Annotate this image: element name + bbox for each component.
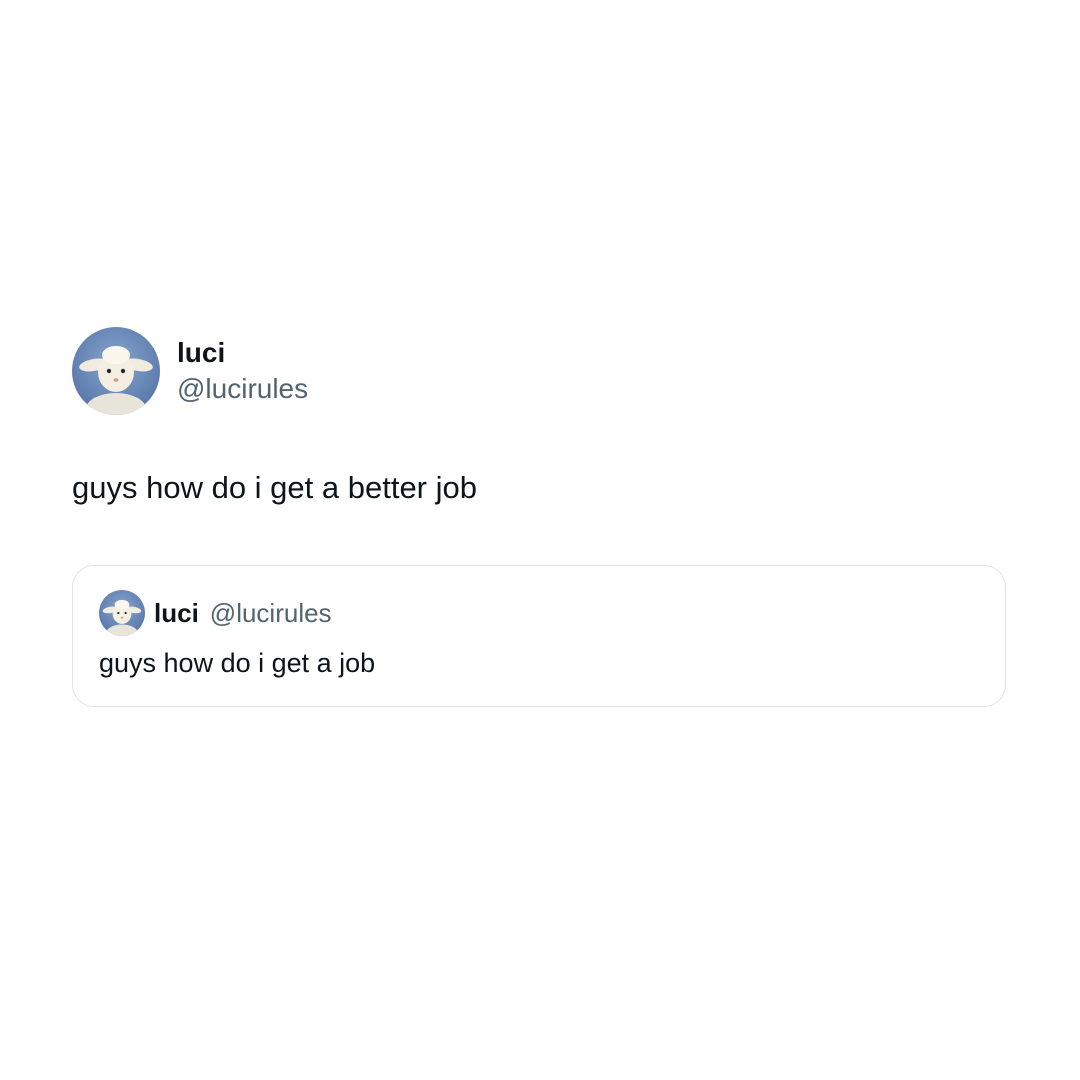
display-name[interactable]: luci <box>177 336 308 370</box>
quoted-user-handle: @lucirules <box>209 597 332 628</box>
quoted-tweet-header: luci @lucirules <box>99 590 979 636</box>
user-handle[interactable]: @lucirules <box>177 372 308 406</box>
sheep-avatar-icon <box>99 590 145 636</box>
tweet-header: luci @lucirules <box>72 327 1008 415</box>
tweet-text: guys how do i get a better job <box>72 470 477 505</box>
sheep-avatar-icon <box>72 327 160 415</box>
quoted-avatar <box>99 590 145 636</box>
avatar[interactable] <box>72 327 160 415</box>
name-block: luci @lucirules <box>177 336 308 406</box>
quoted-tweet-text: guys how do i get a job <box>99 648 376 678</box>
quoted-display-name: luci <box>154 597 199 628</box>
quoted-tweet-card[interactable]: luci @lucirules guys how do i get a job <box>72 565 1006 707</box>
tweet[interactable]: luci @lucirules guys how do i get a bett… <box>72 327 1008 707</box>
